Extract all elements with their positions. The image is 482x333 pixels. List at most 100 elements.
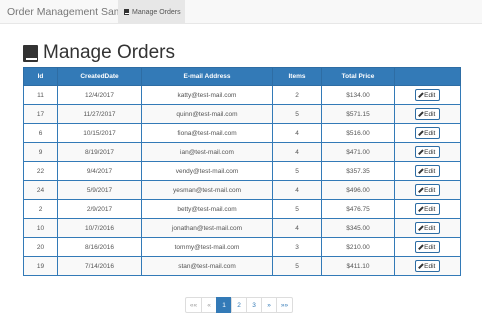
cell-total-price: $345.00 bbox=[321, 218, 395, 238]
cell-items: 4 bbox=[272, 142, 322, 162]
table-row: 2 2/9/2017 betty@test-mail.com 5 $476.75 Edit bbox=[23, 199, 461, 219]
pagination-page-1[interactable]: 1 bbox=[216, 297, 232, 313]
table-row: 10 10/7/2016 jonathan@test-mail.com 4 $345.0… bbox=[23, 218, 461, 238]
pencil-icon bbox=[417, 187, 424, 193]
table-row: 6 10/15/2017 fiona@test-mail.com 4 $516.00 Ed… bbox=[23, 123, 461, 143]
pagination-last[interactable]: »» bbox=[276, 297, 293, 313]
cell-items: 2 bbox=[272, 85, 322, 105]
column-header-id[interactable]: Id bbox=[23, 67, 58, 86]
cell-actions: Edit bbox=[394, 104, 461, 124]
cell-items: 3 bbox=[272, 237, 322, 257]
cell-email: fiona@test-mail.com bbox=[141, 123, 273, 143]
navbar: Order Management Sample Manage Orders bbox=[0, 0, 482, 24]
edit-button-label: Edit bbox=[424, 110, 436, 118]
edit-button[interactable]: Edit bbox=[415, 260, 440, 272]
cell-email: yesman@test-mail.com bbox=[141, 180, 273, 200]
cell-items: 4 bbox=[272, 180, 322, 200]
edit-button[interactable]: Edit bbox=[415, 241, 440, 253]
cell-items: 4 bbox=[272, 123, 322, 143]
edit-button-label: Edit bbox=[424, 186, 436, 194]
cell-items: 4 bbox=[272, 218, 322, 238]
column-header-created-date[interactable]: CreatedDate bbox=[57, 67, 142, 86]
edit-button[interactable]: Edit bbox=[415, 89, 440, 101]
pagination-prev[interactable]: « bbox=[201, 297, 217, 313]
edit-button[interactable]: Edit bbox=[415, 222, 440, 234]
pencil-icon bbox=[417, 111, 424, 117]
book-icon bbox=[23, 44, 38, 62]
cell-id: 11 bbox=[23, 85, 58, 105]
cell-actions: Edit bbox=[394, 123, 461, 143]
cell-actions: Edit bbox=[394, 256, 461, 276]
cell-total-price: $411.10 bbox=[321, 256, 395, 276]
table-row: 19 7/14/2016 stan@test-mail.com 5 $411.10 Edi… bbox=[23, 256, 461, 276]
edit-button-label: Edit bbox=[424, 148, 436, 156]
cell-created-date: 7/14/2016 bbox=[57, 256, 142, 276]
nav-item-manage-orders[interactable]: Manage Orders bbox=[118, 0, 185, 24]
edit-button[interactable]: Edit bbox=[415, 146, 440, 158]
cell-created-date: 11/27/2017 bbox=[57, 104, 142, 124]
edit-button[interactable]: Edit bbox=[415, 203, 440, 215]
cell-id: 17 bbox=[23, 104, 58, 124]
pagination-page-3[interactable]: 3 bbox=[246, 297, 262, 313]
pencil-icon bbox=[417, 130, 424, 136]
cell-email: quinn@test-mail.com bbox=[141, 104, 273, 124]
cell-created-date: 5/9/2017 bbox=[57, 180, 142, 200]
column-header-email[interactable]: E-mail Address bbox=[141, 67, 273, 86]
cell-actions: Edit bbox=[394, 237, 461, 257]
table-row: 22 9/4/2017 vendy@test-mail.com 5 $357.35 Edi… bbox=[23, 161, 461, 181]
column-header-total-price[interactable]: Total Price bbox=[321, 67, 395, 86]
cell-created-date: 2/9/2017 bbox=[57, 199, 142, 219]
edit-button[interactable]: Edit bbox=[415, 184, 440, 196]
table-row: 9 8/19/2017 ian@test-mail.com 4 $471.00 Edit bbox=[23, 142, 461, 162]
orders-table-body: 11 12/4/2017 katty@test-mail.com 2 $134.00 Ed… bbox=[23, 85, 461, 276]
cell-items: 5 bbox=[272, 256, 322, 276]
cell-actions: Edit bbox=[394, 142, 461, 162]
edit-button[interactable]: Edit bbox=[415, 165, 440, 177]
cell-id: 19 bbox=[23, 256, 58, 276]
table-row: 17 11/27/2017 quinn@test-mail.com 5 $571.15 E… bbox=[23, 104, 461, 124]
pencil-icon bbox=[417, 149, 424, 155]
pencil-icon bbox=[417, 92, 424, 98]
edit-button[interactable]: Edit bbox=[415, 127, 440, 139]
edit-button-label: Edit bbox=[424, 129, 436, 137]
cell-id: 10 bbox=[23, 218, 58, 238]
cell-total-price: $476.75 bbox=[321, 199, 395, 219]
cell-email: vendy@test-mail.com bbox=[141, 161, 273, 181]
cell-created-date: 12/4/2017 bbox=[57, 85, 142, 105]
edit-button[interactable]: Edit bbox=[415, 108, 440, 120]
page-title-text: Manage Orders bbox=[43, 42, 176, 63]
cell-items: 5 bbox=[272, 104, 322, 124]
pagination: «« « 1 2 3 » »» bbox=[185, 297, 293, 313]
cell-email: tommy@test-mail.com bbox=[141, 237, 273, 257]
cell-total-price: $357.35 bbox=[321, 161, 395, 181]
pagination-next[interactable]: » bbox=[261, 297, 277, 313]
pencil-icon bbox=[417, 225, 424, 231]
cell-total-price: $496.00 bbox=[321, 180, 395, 200]
cell-created-date: 10/15/2017 bbox=[57, 123, 142, 143]
cell-email: jonathan@test-mail.com bbox=[141, 218, 273, 238]
edit-button-label: Edit bbox=[424, 224, 436, 232]
cell-id: 24 bbox=[23, 180, 58, 200]
cell-email: betty@test-mail.com bbox=[141, 199, 273, 219]
cell-actions: Edit bbox=[394, 218, 461, 238]
edit-button-label: Edit bbox=[424, 91, 436, 99]
column-header-actions bbox=[394, 67, 461, 86]
cell-email: katty@test-mail.com bbox=[141, 85, 273, 105]
page-title: Manage Orders bbox=[23, 43, 175, 63]
cell-created-date: 8/16/2016 bbox=[57, 237, 142, 257]
cell-created-date: 10/7/2016 bbox=[57, 218, 142, 238]
nav-item-label: Manage Orders bbox=[132, 8, 181, 16]
cell-total-price: $571.15 bbox=[321, 104, 395, 124]
cell-id: 6 bbox=[23, 123, 58, 143]
column-header-items[interactable]: Items bbox=[272, 67, 322, 86]
cell-created-date: 9/4/2017 bbox=[57, 161, 142, 181]
edit-button-label: Edit bbox=[424, 262, 436, 270]
cell-id: 22 bbox=[23, 161, 58, 181]
pagination-page-2[interactable]: 2 bbox=[231, 297, 247, 313]
cell-id: 20 bbox=[23, 237, 58, 257]
pagination-first[interactable]: «« bbox=[185, 297, 202, 313]
cell-email: ian@test-mail.com bbox=[141, 142, 273, 162]
edit-button-label: Edit bbox=[424, 205, 436, 213]
table-row: 11 12/4/2017 katty@test-mail.com 2 $134.00 Ed… bbox=[23, 85, 461, 105]
cell-id: 9 bbox=[23, 142, 58, 162]
